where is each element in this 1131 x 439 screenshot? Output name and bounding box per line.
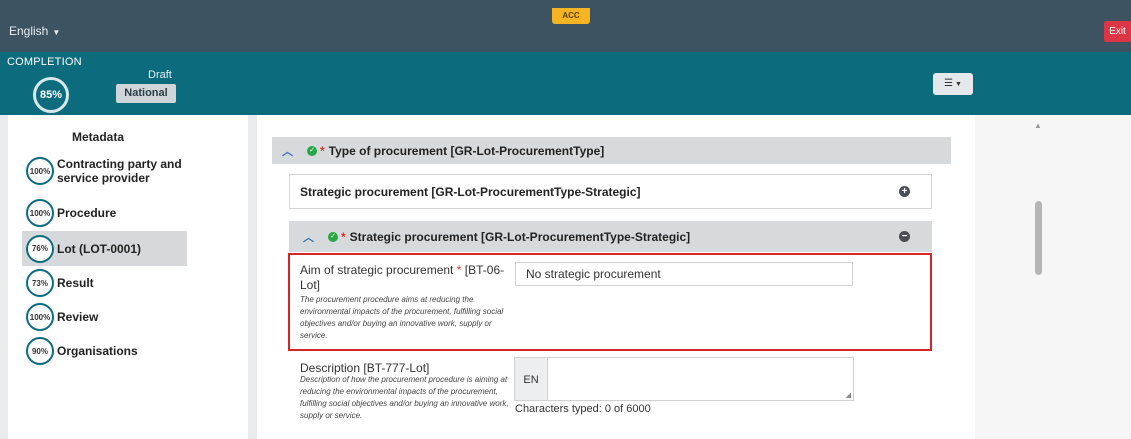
description-field-help: Description of how the procurement proce… xyxy=(300,375,509,420)
progress-circle: 73% xyxy=(26,269,54,297)
sidebar-item-result[interactable]: 73% Result xyxy=(22,269,187,297)
settings-dropdown-button[interactable]: ☰ ▼ xyxy=(933,73,973,95)
description-textarea[interactable]: ◢ xyxy=(547,357,854,401)
status-label: Draft xyxy=(148,69,172,81)
language-selector[interactable]: English ▼ xyxy=(9,24,60,38)
aim-select[interactable]: No strategic procurement xyxy=(515,262,853,286)
plus-circle-icon[interactable]: + xyxy=(899,186,910,197)
sidebar-item-label: Result xyxy=(57,276,94,290)
scope-badge: National xyxy=(116,84,176,103)
subsection-title: Strategic procurement [GR-Lot-Procuremen… xyxy=(349,229,691,244)
progress-circle: 100% xyxy=(26,199,54,227)
description-language-tag: EN xyxy=(514,357,548,401)
scrollbar-thumb[interactable] xyxy=(1035,201,1042,275)
subsection-header-strategic[interactable]: ︿ ✓ * Strategic procurement [GR-Lot-Proc… xyxy=(289,221,932,252)
completion-progress-ring: 85% xyxy=(33,77,69,113)
character-counter: Characters typed: 0 of 6000 xyxy=(515,403,651,415)
sidebar-item-organisations[interactable]: 90% Organisations xyxy=(22,337,187,365)
check-circle-icon: ✓ xyxy=(328,231,338,242)
sidebar: Metadata 100% Contracting party and serv… xyxy=(8,115,248,439)
scroll-up-icon[interactable]: ▲ xyxy=(1034,121,1042,130)
sidebar-item-contracting-party[interactable]: 100% Contracting party and service provi… xyxy=(22,157,187,185)
aim-field-label: Aim of strategic procurement * [BT-06-Lo… xyxy=(300,263,510,293)
sliders-icon: ☰ xyxy=(944,78,954,89)
top-bar: English ▼ ACC Exit xyxy=(0,0,1131,52)
progress-circle: 90% xyxy=(26,337,54,365)
strategic-procurement-card[interactable]: Strategic procurement [GR-Lot-Procuremen… xyxy=(289,174,932,209)
completion-label: COMPLETION xyxy=(7,56,82,68)
aim-label-text: Aim of strategic procurement xyxy=(300,263,454,277)
sidebar-item-label: Lot (LOT-0001) xyxy=(57,241,142,256)
section-title: Type of procurement [GR-Lot-ProcurementT… xyxy=(328,143,605,158)
aim-field-help: The procurement procedure aims at reduci… xyxy=(300,295,504,340)
required-marker: * xyxy=(320,143,325,158)
check-circle-icon: ✓ xyxy=(307,145,317,156)
required-marker: * xyxy=(456,263,462,277)
sidebar-item-label: Procedure xyxy=(57,206,117,220)
progress-circle: 100% xyxy=(26,303,54,331)
exit-button[interactable]: Exit xyxy=(1104,21,1131,42)
sidebar-item-review[interactable]: 100% Review xyxy=(22,303,187,331)
caret-down-icon: ▼ xyxy=(953,81,962,88)
sidebar-item-label: Organisations xyxy=(57,344,138,358)
progress-circle: 76% xyxy=(26,234,54,263)
required-marker: * xyxy=(341,229,346,244)
resize-handle-icon[interactable]: ◢ xyxy=(846,391,851,399)
sidebar-item-label: Contracting party and service provider xyxy=(57,157,182,185)
environment-badge: ACC xyxy=(552,8,590,24)
sidebar-item-lot[interactable]: 76% Lot (LOT-0001) xyxy=(22,231,187,266)
card-title: Strategic procurement [GR-Lot-Procuremen… xyxy=(300,184,641,199)
language-label: English xyxy=(9,24,49,38)
chevron-up-icon[interactable]: ︿ xyxy=(282,143,293,159)
caret-down-icon: ▼ xyxy=(52,28,61,37)
completion-header: COMPLETION 85% Draft National ☰ ▼ xyxy=(0,52,1131,115)
minus-circle-icon[interactable]: − xyxy=(899,231,910,242)
scrollbar[interactable] xyxy=(1032,115,1046,439)
progress-circle: 100% xyxy=(26,157,54,185)
sidebar-item-procedure[interactable]: 100% Procedure xyxy=(22,199,187,227)
sidebar-title: Metadata xyxy=(72,130,125,144)
right-panel xyxy=(975,115,1131,439)
section-header-procurement-type[interactable]: ︿ ✓ * Type of procurement [GR-Lot-Procur… xyxy=(272,137,951,164)
chevron-up-icon[interactable]: ︿ xyxy=(303,229,314,245)
sidebar-item-label: Review xyxy=(57,310,99,324)
